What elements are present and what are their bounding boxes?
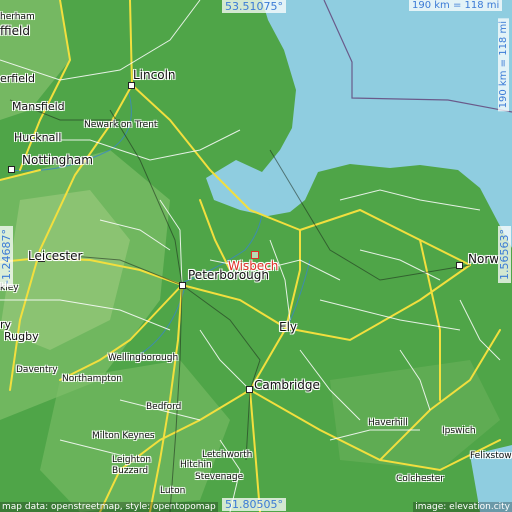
map-attribution[interactable]: map data: openstreetmap, style: opentopo… [0, 502, 218, 512]
latitude-bottom-label: 51.80505° [222, 498, 286, 511]
place-label-rugby[interactable]: Rugby [4, 330, 39, 343]
place-label-leighton[interactable]: Leighton [112, 455, 151, 465]
place-label-wellingborough[interactable]: Wellingborough [108, 353, 178, 363]
latitude-top-label: 53.51075° [222, 0, 286, 13]
wisbech-marker-icon[interactable] [251, 251, 259, 259]
place-label-rotherham-edge[interactable]: herham [0, 12, 35, 22]
place-label-cambridge[interactable]: Cambridge [254, 378, 320, 392]
place-label-hitchin[interactable]: Hitchin [180, 460, 212, 470]
place-label-sheffield-edge[interactable]: ffield [0, 24, 30, 38]
place-label-loughborough-edge[interactable]: ry [0, 318, 11, 331]
place-label-buzzard[interactable]: Buzzard [112, 466, 148, 476]
place-label-wisbech[interactable]: Wisbech [228, 259, 278, 273]
place-label-norwich[interactable]: Norw [468, 252, 499, 266]
peterborough-marker-icon [179, 282, 186, 289]
scale-bar-vertical: 190 km = 118 mi [498, 18, 509, 112]
lincoln-marker-icon [128, 82, 135, 89]
place-label-chesterfield-edge[interactable]: erfield [0, 72, 35, 85]
cambridge-marker-icon [246, 386, 253, 393]
place-label-colchester[interactable]: Colchester [396, 474, 444, 484]
nottingham-marker-icon [8, 166, 15, 173]
longitude-left-label: -1.24687° [0, 226, 13, 287]
norwich-marker-icon [456, 262, 463, 269]
place-label-luton[interactable]: Luton [160, 486, 185, 496]
place-label-mansfield[interactable]: Mansfield [12, 100, 65, 113]
image-attribution[interactable]: image: elevation.city [413, 502, 512, 512]
place-label-lincoln[interactable]: Lincoln [133, 68, 176, 82]
place-label-ely[interactable]: Ely [279, 320, 297, 334]
place-label-newark[interactable]: Newark on Trent [84, 120, 157, 130]
place-label-hucknall[interactable]: Hucknall [14, 131, 62, 144]
longitude-right-label: 1.56563° [498, 226, 511, 283]
place-label-ipswich[interactable]: Ipswich [442, 426, 476, 436]
place-label-milton-keynes[interactable]: Milton Keynes [92, 431, 155, 441]
scale-bar-horizontal: 190 km = 118 mi [409, 0, 503, 11]
place-label-letchworth[interactable]: Letchworth [202, 450, 252, 460]
place-label-bedford[interactable]: Bedford [146, 402, 181, 412]
place-label-northampton[interactable]: Northampton [62, 374, 122, 384]
place-label-leicester[interactable]: Leicester [28, 249, 82, 263]
place-label-stevenage[interactable]: Stevenage [195, 472, 243, 482]
place-label-felixstowe[interactable]: Felixstowe [470, 451, 512, 461]
place-label-nottingham[interactable]: Nottingham [22, 153, 93, 167]
place-label-daventry[interactable]: Daventry [16, 365, 58, 375]
map-view[interactable]: Lincoln Mansfield Newark on Trent Huckna… [0, 0, 512, 512]
place-label-haverhill[interactable]: Haverhill [368, 418, 408, 428]
